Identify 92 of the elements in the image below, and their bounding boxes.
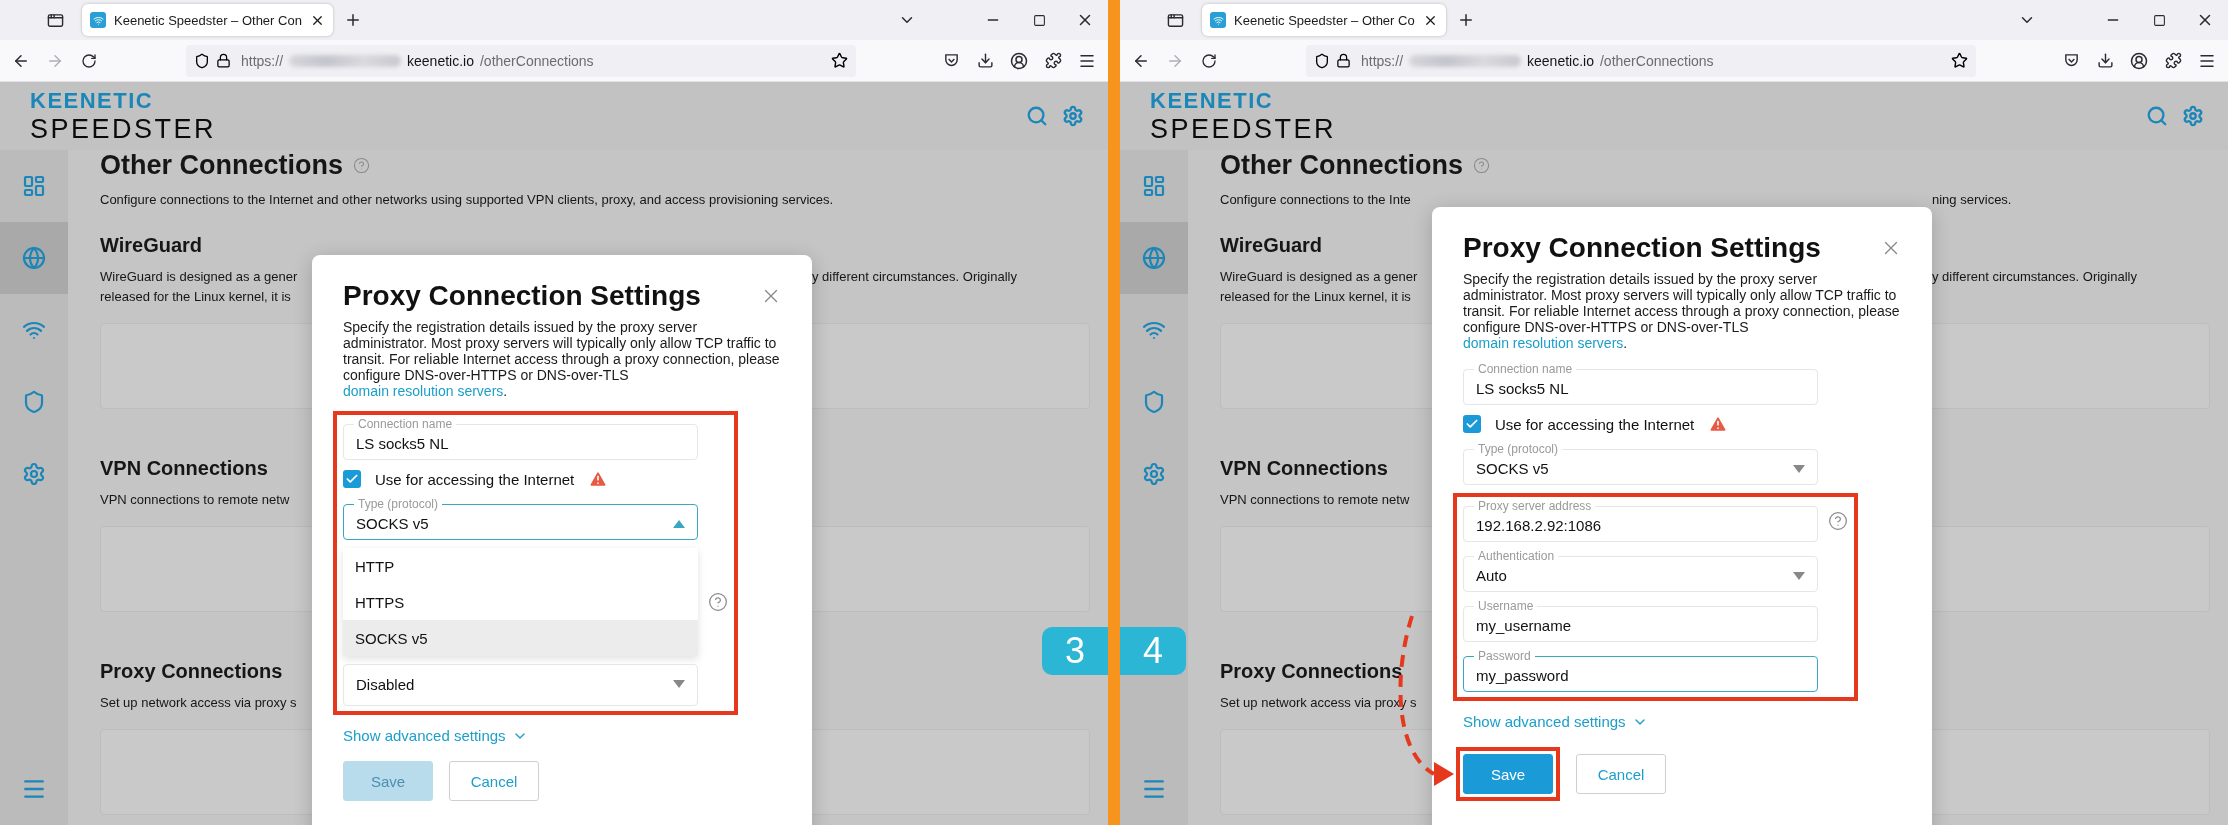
shield-icon — [22, 390, 46, 414]
description-text: released for the Linux kernel, it is — [1220, 288, 1411, 306]
description-text: Configure connections to the Inte — [1220, 191, 1411, 209]
section-heading: WireGuard — [1220, 234, 1323, 257]
description-text: y different circumstances. Originally — [812, 268, 1017, 286]
search-icon[interactable] — [2146, 105, 2168, 127]
browser-tab[interactable]: Keenetic Speedster – Other Co — [1202, 4, 1446, 36]
checkbox[interactable] — [1463, 415, 1481, 433]
dialog-title: Proxy Connection Settings — [343, 280, 701, 312]
gear-icon — [22, 462, 46, 486]
logo-text: SPEEDSTER — [30, 115, 217, 143]
checkbox[interactable] — [343, 470, 361, 488]
url-text: https:// — [1361, 52, 1404, 69]
page-title: Other Connections — [1220, 149, 1463, 181]
description-text: ning services. — [1932, 191, 2012, 209]
dialog-description: Specify the registration details issued by the proxy server administrator. Most proxy servers will typically only allow TCP traffic to transit. For reliable Internet access through a proxy connection, please configure DNS-over-HTTPS or DNS-over-TLS domain resolution servers. — [343, 319, 781, 399]
section-heading: Proxy Connections — [1220, 660, 1403, 683]
section-heading: Proxy Connections — [100, 660, 283, 683]
select-field[interactable]: Disabled — [343, 664, 698, 706]
logo-text: KEENETIC — [1150, 89, 1275, 112]
help-icon[interactable] — [353, 156, 370, 174]
dialog-description: Specify the registration details issued by the proxy server administrator. Most proxy servers will typically only allow TCP traffic to transit. For reliable Internet access through a proxy connection, please configure DNS-over-HTTPS or DNS-over-TLS domain resolution servers. — [1463, 271, 1901, 351]
step-badge: 4 — [1120, 627, 1186, 675]
gear-icon — [1142, 462, 1166, 486]
page-title: Other Connections — [100, 149, 343, 181]
section-heading: VPN Connections — [1220, 457, 1388, 480]
text-field[interactable]: Connection name LS socks5 NL — [1463, 363, 1818, 405]
step-badge: 3 — [1042, 627, 1108, 675]
url-text: keenetic.io — [407, 52, 474, 69]
field-label: Connection name — [357, 418, 454, 430]
help-icon[interactable] — [708, 592, 728, 612]
bookmark-star-icon[interactable] — [831, 52, 848, 69]
sidebar-item[interactable] — [0, 222, 68, 294]
address-bar[interactable]: https:// keenetic.io /otherConnections — [186, 44, 856, 77]
check-icon — [345, 472, 359, 486]
dashboard-icon — [22, 174, 46, 198]
select-field[interactable]: Type (protocol) SOCKS v5 — [343, 498, 698, 540]
description-text: Configure connections to the Internet and other networks using supported VPN clients, proxy, and access provisioning services. — [100, 191, 834, 209]
help-icon[interactable] — [1828, 511, 1848, 531]
description-text: VPN connections to remote netw — [100, 491, 290, 509]
check-icon — [1465, 417, 1479, 431]
help-icon[interactable] — [1473, 156, 1490, 174]
select-field[interactable]: Type (protocol) SOCKS v5 — [1463, 443, 1818, 485]
globe-icon — [1142, 246, 1166, 270]
globe-icon — [22, 246, 46, 270]
description-text: y different circumstances. Originally — [1932, 268, 2137, 286]
url-text: https:// — [241, 52, 284, 69]
favicon-icon — [90, 12, 106, 28]
description-text: VPN connections to remote netw — [1220, 491, 1410, 509]
field-label: Type (protocol) — [1477, 443, 1560, 455]
shield-icon — [1142, 390, 1166, 414]
field-label: Proxy server address — [1477, 500, 1593, 512]
lock-icon[interactable] — [1336, 53, 1351, 68]
url-text: keenetic.io — [1527, 52, 1594, 69]
field-label: Authentication — [1477, 550, 1556, 562]
text-field[interactable]: Password my_password — [1463, 650, 1818, 692]
settings-icon[interactable] — [2182, 105, 2204, 127]
field-label: Type (protocol) — [357, 498, 440, 510]
address-bar[interactable]: https:// keenetic.io /otherConnections — [1306, 44, 1976, 77]
description-text: released for the Linux kernel, it is — [100, 288, 291, 306]
logo-text: KEENETIC — [30, 89, 155, 112]
shield-icon[interactable] — [1314, 52, 1330, 69]
description-text: Set up network access via proxy s — [100, 694, 297, 712]
menu-option[interactable]: HTTPS — [343, 584, 698, 620]
section-heading: VPN Connections — [100, 457, 268, 480]
dialog-title: Proxy Connection Settings — [1463, 232, 1821, 264]
browser-tab[interactable]: Keenetic Speedster – Other Con — [82, 4, 333, 36]
logo-text: SPEEDSTER — [1150, 115, 1337, 143]
search-icon[interactable] — [1026, 105, 1048, 127]
bookmark-star-icon[interactable] — [1951, 52, 1968, 69]
field-label: Username — [1477, 600, 1535, 612]
select-field[interactable]: Authentication Auto — [1463, 550, 1818, 592]
field-label: Connection name — [1477, 363, 1574, 375]
menu-option[interactable]: HTTP — [343, 548, 698, 584]
shield-icon[interactable] — [194, 52, 210, 69]
url-text: /otherConnections — [1599, 52, 1714, 69]
text-field[interactable]: Connection name LS socks5 NL — [343, 418, 698, 460]
menu-option[interactable]: SOCKS v5 — [343, 620, 698, 656]
description-text: WireGuard is designed as a gener — [100, 268, 298, 286]
text-field[interactable]: Proxy server address 192.168.2.92:1086 — [1463, 500, 1818, 542]
checkbox-label: Use for accessing the Internet — [375, 470, 575, 488]
section-heading: WireGuard — [100, 234, 203, 257]
url-text: /otherConnections — [479, 52, 594, 69]
description-text: WireGuard is designed as a gener — [1220, 268, 1418, 286]
dashboard-icon — [1142, 174, 1166, 198]
checkbox-label: Use for accessing the Internet — [1495, 415, 1695, 433]
text-field[interactable]: Username my_username — [1463, 600, 1818, 642]
settings-icon[interactable] — [1062, 105, 1084, 127]
sidebar-item[interactable] — [1120, 222, 1188, 294]
field-label: Password — [1477, 650, 1532, 662]
favicon-icon — [1210, 12, 1226, 28]
lock-icon[interactable] — [216, 53, 231, 68]
